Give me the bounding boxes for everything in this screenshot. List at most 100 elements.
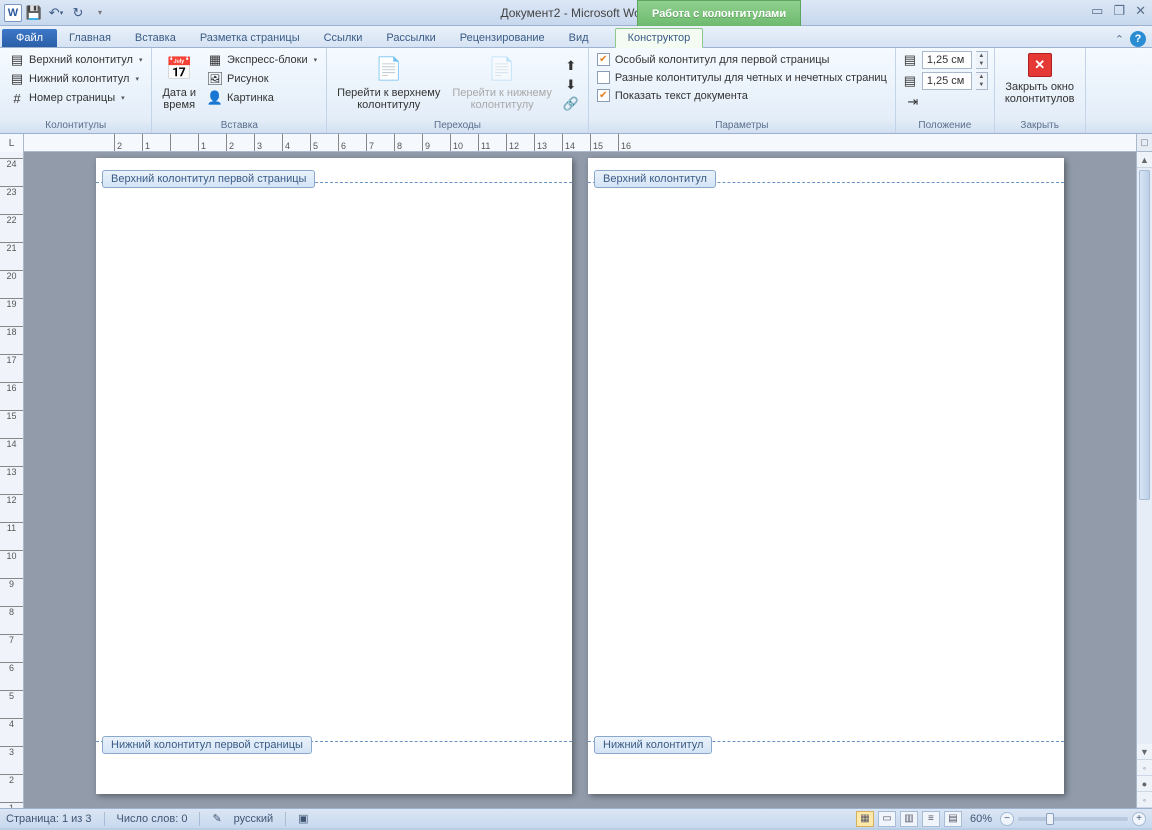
restore-icon[interactable]: ❐ xyxy=(1113,3,1125,19)
header-button[interactable]: ▤Верхний колонтитул▾ xyxy=(6,51,145,69)
status-word-count[interactable]: Число слов: 0 xyxy=(117,813,188,825)
pages-viewport[interactable]: Верхний колонтитул первой страницы Нижни… xyxy=(24,152,1136,808)
tab-mailings[interactable]: Рассылки xyxy=(374,29,447,47)
undo-icon[interactable]: ↶▾ xyxy=(46,3,66,23)
contextual-tab-header: Работа с колонтитулами xyxy=(637,0,801,26)
group-insert: 📅 Дата и время ▦Экспресс-блоки▾ 🖼Рисунок… xyxy=(152,48,327,133)
view-full-screen-button[interactable]: ▭ xyxy=(878,811,896,827)
group-label: Переходы xyxy=(333,118,582,133)
tab-file[interactable]: Файл xyxy=(2,29,57,47)
scroll-thumb[interactable] xyxy=(1139,170,1150,500)
different-first-page-checkbox[interactable]: Особый колонтитул для первой страницы xyxy=(595,51,889,68)
quick-parts-icon: ▦ xyxy=(207,52,223,68)
ribbon-minimize-icon[interactable]: ⌃ xyxy=(1115,33,1124,46)
minimize-icon[interactable]: ▭ xyxy=(1091,3,1103,19)
zoom-slider[interactable] xyxy=(1018,817,1128,821)
clip-art-icon: 👤 xyxy=(207,90,223,106)
ribbon: ▤Верхний колонтитул▾ ▤Нижний колонтитул▾… xyxy=(0,48,1152,134)
zoom-in-button[interactable]: + xyxy=(1132,812,1146,826)
save-icon[interactable]: 💾 xyxy=(24,3,44,23)
different-odd-even-checkbox[interactable]: Разные колонтитулы для четных и нечетных… xyxy=(595,69,889,86)
next-page-button[interactable]: ◦ xyxy=(1137,792,1152,808)
group-headers-footers: ▤Верхний колонтитул▾ ▤Нижний колонтитул▾… xyxy=(0,48,152,133)
tab-home[interactable]: Главная xyxy=(57,29,123,47)
close-x-icon: ✕ xyxy=(1028,53,1052,77)
tab-insert[interactable]: Вставка xyxy=(123,29,188,47)
close-icon[interactable]: ✕ xyxy=(1135,3,1146,19)
footer-icon: ▤ xyxy=(9,71,25,87)
close-header-footer-button[interactable]: ✕ Закрыть окно колонтитулов xyxy=(1001,51,1079,118)
view-outline-button[interactable]: ≡ xyxy=(922,811,940,827)
page-number-icon: # xyxy=(9,90,25,106)
status-language[interactable]: русский xyxy=(234,813,273,825)
show-document-text-checkbox[interactable]: Показать текст документа xyxy=(595,87,889,104)
header-tab-page2: Верхний колонтитул xyxy=(594,170,716,188)
horizontal-ruler-row: L 2112345678910111213141516 ▢ xyxy=(0,134,1152,152)
picture-icon: 🖼 xyxy=(207,71,223,87)
goto-header-button[interactable]: 📄 Перейти к верхнему колонтитулу xyxy=(333,51,444,118)
ribbon-tabs: Файл Главная Вставка Разметка страницы С… xyxy=(0,26,1152,48)
scroll-up-button[interactable]: ▲ xyxy=(1137,152,1152,168)
tab-review[interactable]: Рецензирование xyxy=(448,29,557,47)
status-page[interactable]: Страница: 1 из 3 xyxy=(6,813,92,825)
group-label: Параметры xyxy=(595,118,889,133)
prev-icon: ⬆ xyxy=(563,58,579,74)
picture-button[interactable]: 🖼Рисунок xyxy=(204,70,320,88)
macro-icon[interactable]: ▣ xyxy=(298,812,308,825)
view-print-layout-button[interactable]: ▦ xyxy=(856,811,874,827)
document-area: 242322212019181716151413121110987654321 … xyxy=(0,152,1152,808)
footer-pos-icon: ▤ xyxy=(902,73,918,89)
next-icon: ⬇ xyxy=(563,77,579,93)
title-bar: W 💾 ↶▾ ↻ ▾ Документ2 - Microsoft Word Ра… xyxy=(0,0,1152,26)
vertical-ruler[interactable]: 242322212019181716151413121110987654321 xyxy=(0,152,24,808)
window-title: Документ2 - Microsoft Word xyxy=(500,6,651,20)
tab-view[interactable]: Вид xyxy=(557,29,601,47)
header-pos-icon: ▤ xyxy=(902,52,918,68)
zoom-percent[interactable]: 60% xyxy=(970,813,992,825)
ruler-toggle-button[interactable]: ▢ xyxy=(1136,134,1152,151)
status-bar: Страница: 1 из 3 Число слов: 0 ✎ русский… xyxy=(0,808,1152,828)
tab-page-layout[interactable]: Разметка страницы xyxy=(188,29,312,47)
insert-alignment-tab-button[interactable]: ⇥ xyxy=(902,93,988,111)
scroll-down-button[interactable]: ▼ xyxy=(1137,744,1152,760)
tab-selector[interactable]: L xyxy=(0,134,24,152)
header-from-top-spinner[interactable]: ▤1,25 см▲▼ xyxy=(902,51,988,69)
next-section-button: ⬇ xyxy=(560,76,582,94)
page-2[interactable]: Верхний колонтитул Нижний колонтитул xyxy=(588,158,1064,794)
goto-footer-icon: 📄 xyxy=(486,53,518,85)
previous-section-button: ⬆ xyxy=(560,57,582,75)
group-position: ▤1,25 см▲▼ ▤1,25 см▲▼ ⇥ Положение xyxy=(896,48,995,133)
horizontal-ruler[interactable]: 2112345678910111213141516 xyxy=(24,134,1136,151)
page-number-button[interactable]: #Номер страницы▾ xyxy=(6,89,145,107)
tab-design[interactable]: Конструктор xyxy=(615,28,704,48)
word-app-icon[interactable]: W xyxy=(4,4,22,22)
tab-references[interactable]: Ссылки xyxy=(312,29,375,47)
group-navigation: 📄 Перейти к верхнему колонтитулу 📄 Перей… xyxy=(327,48,589,133)
goto-header-icon: 📄 xyxy=(373,53,405,85)
footer-from-bottom-spinner[interactable]: ▤1,25 см▲▼ xyxy=(902,72,988,90)
footer-button[interactable]: ▤Нижний колонтитул▾ xyxy=(6,70,145,88)
link-icon: 🔗 xyxy=(563,96,579,112)
qat-customize-icon[interactable]: ▾ xyxy=(90,3,110,23)
group-label: Колонтитулы xyxy=(6,118,145,133)
window-controls: ▭ ❐ ✕ xyxy=(1091,3,1146,19)
proofing-icon[interactable]: ✎ xyxy=(212,812,221,825)
view-web-button[interactable]: ▥ xyxy=(900,811,918,827)
group-label: Положение xyxy=(902,118,988,133)
help-icon[interactable]: ? xyxy=(1130,31,1146,47)
clip-art-button[interactable]: 👤Картинка xyxy=(204,89,320,107)
group-options: Особый колонтитул для первой страницы Ра… xyxy=(589,48,896,133)
calendar-icon: 📅 xyxy=(163,53,195,85)
date-time-button[interactable]: 📅 Дата и время xyxy=(158,51,200,118)
page-1[interactable]: Верхний колонтитул первой страницы Нижни… xyxy=(96,158,572,794)
quick-parts-button[interactable]: ▦Экспресс-блоки▾ xyxy=(204,51,320,69)
footer-tab-page1: Нижний колонтитул первой страницы xyxy=(102,736,312,754)
view-draft-button[interactable]: ▤ xyxy=(944,811,962,827)
redo-icon[interactable]: ↻ xyxy=(68,3,88,23)
browse-object-button[interactable]: ● xyxy=(1137,776,1152,792)
footer-tab-page2: Нижний колонтитул xyxy=(594,736,712,754)
prev-page-button[interactable]: ◦ xyxy=(1137,760,1152,776)
header-icon: ▤ xyxy=(9,52,25,68)
vertical-scrollbar[interactable]: ▲ ▼ ◦ ● ◦ xyxy=(1136,152,1152,808)
zoom-out-button[interactable]: − xyxy=(1000,812,1014,826)
